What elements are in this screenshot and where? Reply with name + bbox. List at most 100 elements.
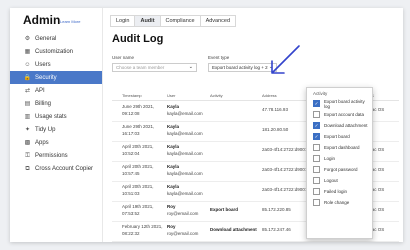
timestamp-time: 16:17:03: [122, 131, 140, 136]
dropdown-option[interactable]: ✓ Export board activity log: [307, 98, 372, 109]
sidebar-item-label: Cross Account Copier: [35, 165, 94, 172]
tab-advanced[interactable]: Advanced: [199, 15, 237, 27]
sidebar-item-cross-account-copier[interactable]: ⧉ Cross Account Copier: [10, 162, 102, 175]
checkbox-icon[interactable]: [313, 177, 320, 184]
sidebar-item-label: Users: [35, 61, 51, 68]
sidebar-item-label: Security: [35, 74, 57, 81]
column-header: Activity: [210, 93, 223, 98]
sidebar-item-customization[interactable]: ▦ Customization: [10, 45, 102, 58]
dropdown-option[interactable]: Forgot password: [307, 164, 372, 175]
column-header: User: [167, 93, 176, 98]
user-email: kayla@email.com: [167, 131, 203, 136]
copy-icon: ⧉: [25, 165, 30, 172]
ip-address: 181.20.80.50: [262, 127, 289, 132]
users-icon: ☺: [24, 61, 31, 68]
user-email: kayla@email.com: [167, 191, 203, 196]
user-email: kayla@email.com: [167, 111, 203, 116]
dropdown-option[interactable]: Logout: [307, 175, 372, 186]
dropdown-option[interactable]: ✓ Export board: [307, 131, 372, 142]
user-name: Roy: [167, 204, 176, 209]
user-name: Roy: [167, 224, 176, 229]
lock-icon: 🔒: [23, 74, 32, 81]
dropdown-option-label: Export account data: [324, 112, 365, 117]
user-name-label: User name: [112, 55, 135, 60]
sidebar-item-permissions[interactable]: ⚿ Permissions: [10, 149, 102, 162]
timestamp-date: April 19th 2021,: [122, 204, 154, 209]
dropdown-option-label: Forgot password: [324, 167, 358, 172]
customization-icon: ▦: [24, 48, 31, 55]
timestamp-time: 10:57:45: [122, 171, 140, 176]
sidebar-item-api[interactable]: ⇄ API: [10, 84, 102, 97]
timestamp-date: June 29th 2021,: [122, 124, 155, 129]
user-name: Kayla: [167, 184, 180, 189]
user-email: kayla@email.com: [167, 151, 203, 156]
app-window: Admin Learn More ⚙ General ▦ Customization ☺…: [10, 8, 403, 242]
sidebar-item-usage-stats[interactable]: ▥ Usage stats: [10, 110, 102, 123]
checkbox-icon[interactable]: [313, 166, 320, 173]
timestamp-time: 09:12:08: [122, 111, 140, 116]
gear-icon: ⚙: [24, 35, 31, 42]
sidebar-item-label: Billing: [35, 100, 52, 107]
activity-cell: Export board: [210, 207, 239, 212]
checkbox-icon[interactable]: [313, 199, 320, 206]
checkbox-icon[interactable]: [313, 155, 320, 162]
user-email: roy@email.com: [167, 231, 199, 236]
dropdown-option-label: Failed login: [324, 189, 348, 194]
checkbox-icon[interactable]: [313, 188, 320, 195]
sidebar-item-label: Apps: [35, 139, 49, 146]
checkbox-checked-icon[interactable]: ✓: [313, 133, 320, 140]
user-email: roy@email.com: [167, 211, 199, 216]
sidebar-item-security[interactable]: 🔒 Security: [10, 71, 102, 84]
dropdown-option-label: Export board activity log: [324, 98, 365, 109]
sidebar-item-users[interactable]: ☺ Users: [10, 58, 102, 71]
checkbox-icon[interactable]: [313, 111, 320, 118]
timestamp-time: 10:52:04: [122, 151, 140, 156]
user-name: Kayla: [167, 124, 180, 129]
timestamp-time: 07:53:52: [122, 211, 140, 216]
user-name-placeholder: Choose a team member: [116, 65, 165, 70]
sidebar-item-label: Permissions: [35, 152, 68, 159]
sidebar-item-general[interactable]: ⚙ General: [10, 32, 102, 45]
tab-bar: Login Audit Compliance Advanced: [110, 15, 237, 27]
dropdown-option-label: Download attachment: [324, 123, 368, 128]
sidebar-item-label: Usage stats: [35, 113, 67, 120]
sidebar-item-billing[interactable]: ▤ Billing: [10, 97, 102, 110]
column-header: Timestamp: [122, 93, 142, 98]
page-title: Audit Log: [112, 33, 164, 45]
dropdown-option[interactable]: Failed login: [307, 186, 372, 197]
dropdown-option[interactable]: Role change: [307, 197, 372, 208]
sidebar-item-label: General: [35, 35, 57, 42]
activity-cell: Download attachment: [210, 227, 257, 232]
tab-compliance[interactable]: Compliance: [159, 15, 200, 27]
tab-audit[interactable]: Audit: [134, 15, 160, 27]
sidebar-item-label: Customization: [35, 48, 74, 55]
user-name-select[interactable]: Choose a team member ⌄: [112, 63, 197, 72]
checkbox-checked-icon[interactable]: ✓: [313, 100, 320, 107]
sidebar-item-apps[interactable]: ▩ Apps: [10, 136, 102, 149]
user-email: kayla@email.com: [167, 171, 203, 176]
dropdown-option-label: Role change: [324, 200, 350, 205]
dropdown-option-label: Export dashboard: [324, 145, 360, 150]
learn-more-link[interactable]: Learn More: [60, 19, 80, 24]
tab-login[interactable]: Login: [110, 15, 135, 27]
dropdown-option[interactable]: Export account data: [307, 109, 372, 120]
checkbox-icon[interactable]: [313, 144, 320, 151]
dropdown-option[interactable]: Export dashboard: [307, 142, 372, 153]
dropdown-option[interactable]: ✓ Download attachment: [307, 120, 372, 131]
sidebar-nav: ⚙ General ▦ Customization ☺ Users 🔒 Security ⇄ AP…: [10, 32, 102, 175]
user-name: Kayla: [167, 144, 180, 149]
timestamp-date: February 12th 2021,: [122, 224, 163, 229]
dropdown-option-label: Export board: [324, 134, 350, 139]
dropdown-header: Activity: [313, 90, 328, 96]
timestamp-time: 10:51:03: [122, 191, 140, 196]
column-header: Address: [262, 93, 277, 98]
event-type-value: Export board activity log + 2: [212, 65, 268, 70]
checkbox-checked-icon[interactable]: ✓: [313, 122, 320, 129]
annotation-arrow: [271, 45, 300, 74]
sidebar-item-tidy-up[interactable]: ✦ Tidy Up: [10, 123, 102, 136]
ip-address: 47.78.116.93: [262, 107, 288, 112]
key-icon: ⚿: [25, 152, 30, 159]
timestamp-date: June 29th 2021,: [122, 104, 155, 109]
dropdown-option[interactable]: Login: [307, 153, 372, 164]
chevron-down-icon: ⌄: [188, 64, 193, 70]
